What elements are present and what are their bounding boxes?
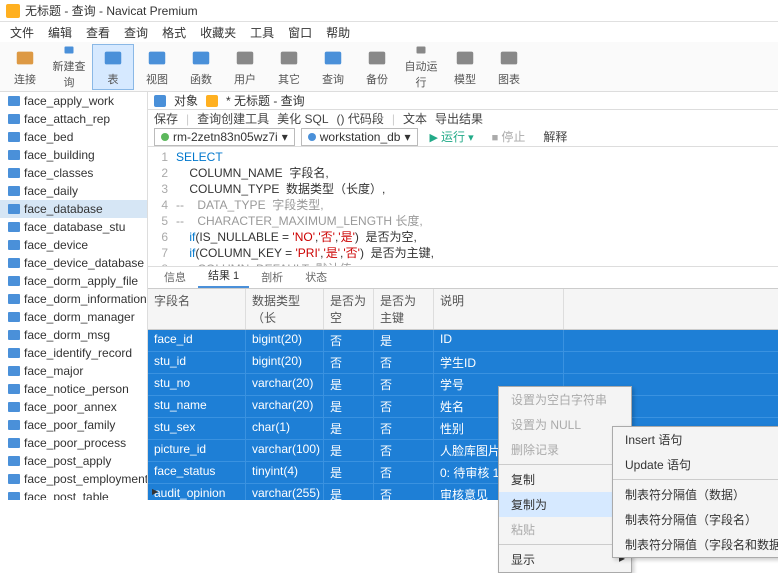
action-bar: 保存 | 查询创建工具 美化 SQL () 代码段 | 文本 导出结果 <box>148 110 778 127</box>
table-face_poor_process[interactable]: face_poor_process <box>0 434 147 452</box>
table-face_apply_work[interactable]: face_apply_work <box>0 92 147 110</box>
col-head[interactable]: 是否为空 <box>324 289 374 329</box>
chart-tool[interactable]: 图表 <box>488 44 530 90</box>
table-row[interactable]: stu_idbigint(20)否否学生ID <box>148 352 778 374</box>
table-face_post_table[interactable]: face_post_table <box>0 488 147 500</box>
function-tool[interactable]: 函数 <box>180 44 222 90</box>
table-icon <box>154 95 166 107</box>
menu-帮助[interactable]: 帮助 <box>326 24 350 41</box>
table-face_database[interactable]: face_database <box>0 200 147 218</box>
sidebar-tables: face_apply_workface_attach_repface_bedfa… <box>0 92 148 500</box>
explain-button[interactable]: 解释 <box>537 127 573 146</box>
table-face_dorm_information[interactable]: face_dorm_information <box>0 290 147 308</box>
col-head[interactable]: 说明 <box>434 289 564 329</box>
table-face_notice_person[interactable]: face_notice_person <box>0 380 147 398</box>
table-face_dorm_manager[interactable]: face_dorm_manager <box>0 308 147 326</box>
table-face_classes[interactable]: face_classes <box>0 164 147 182</box>
menu-工具[interactable]: 工具 <box>250 24 274 41</box>
menu-收藏夹[interactable]: 收藏夹 <box>200 24 236 41</box>
table-face_database_stu[interactable]: face_database_stu <box>0 218 147 236</box>
result-tabs: 信息 结果 1 剖析 状态 <box>148 267 778 289</box>
run-button[interactable]: ▶ 运行 ▾ <box>424 127 480 146</box>
context-submenu[interactable]: Insert 语句 Update 语句 制表符分隔值（数据） 制表符分隔值（字段… <box>612 426 778 558</box>
tab-profile[interactable]: 剖析 <box>251 266 293 288</box>
table-face_attach_rep[interactable]: face_attach_rep <box>0 110 147 128</box>
new-query-tool[interactable]: 新建查询 <box>48 44 90 90</box>
table-face_identify_record[interactable]: face_identify_record <box>0 344 147 362</box>
table-face_building[interactable]: face_building <box>0 146 147 164</box>
menu-编辑[interactable]: 编辑 <box>48 24 72 41</box>
sub-tab-both[interactable]: 制表符分隔值（字段名和数据） <box>613 532 778 557</box>
server-select[interactable]: rm-2zetn83n05wz7i▾ <box>154 128 295 146</box>
table-face_post_apply[interactable]: face_post_apply <box>0 452 147 470</box>
table-row[interactable]: stu_novarchar(20)是否学号 <box>148 374 778 396</box>
sub-insert[interactable]: Insert 语句 <box>613 427 778 452</box>
beautify-button[interactable]: 美化 SQL <box>277 110 328 127</box>
tab-query[interactable]: * 无标题 - 查询 <box>226 92 305 109</box>
sub-tab-data[interactable]: 制表符分隔值（数据） <box>613 482 778 507</box>
sub-update[interactable]: Update 语句 <box>613 452 778 477</box>
table-face_device_database[interactable]: face_device_database <box>0 254 147 272</box>
table-face_post_employment[interactable]: face_post_employment <box>0 470 147 488</box>
menu-查询[interactable]: 查询 <box>124 24 148 41</box>
toolbar: 连接新建查询表视图函数用户其它查询备份自动运行模型图表 <box>0 42 778 92</box>
builder-button[interactable]: 查询创建工具 <box>197 110 269 127</box>
tab-objects[interactable]: 对象 <box>174 92 198 109</box>
query-icon <box>206 95 218 107</box>
window-title: 无标题 - 查询 - Navicat Premium <box>25 2 198 19</box>
content-tabs: 对象 * 无标题 - 查询 <box>148 92 778 110</box>
table-face_daily[interactable]: face_daily <box>0 182 147 200</box>
table-face_dorm_msg[interactable]: face_dorm_msg <box>0 326 147 344</box>
view-tool[interactable]: 视图 <box>136 44 178 90</box>
table-row[interactable]: face_idbigint(20)否是ID <box>148 330 778 352</box>
connection-bar: rm-2zetn83n05wz7i▾ workstation_db▾ ▶ 运行 … <box>148 127 778 147</box>
ctx-blank: 设置为空白字符串 <box>499 387 631 412</box>
sql-editor[interactable]: 1SELECT2 COLUMN_NAME 字段名,3 COLUMN_TYPE 数… <box>148 147 778 267</box>
title-bar: 无标题 - 查询 - Navicat Premium <box>0 0 778 22</box>
col-head[interactable]: 数据类型（长 <box>246 289 324 329</box>
menu-窗口[interactable]: 窗口 <box>288 24 312 41</box>
tab-result[interactable]: 结果 1 <box>198 264 249 288</box>
tab-info[interactable]: 信息 <box>154 266 196 288</box>
tab-status[interactable]: 状态 <box>295 266 337 288</box>
col-head[interactable]: 字段名 <box>148 289 246 329</box>
menu-格式[interactable]: 格式 <box>162 24 186 41</box>
other-tool[interactable]: 其它 <box>268 44 310 90</box>
save-button[interactable]: 保存 <box>154 110 178 127</box>
stop-button: ■ 停止 <box>486 127 532 146</box>
table-row[interactable]: stu_namevarchar(20)是否姓名 <box>148 396 778 418</box>
db-select[interactable]: workstation_db▾ <box>301 128 418 146</box>
table-tool[interactable]: 表 <box>92 44 134 90</box>
menu-文件[interactable]: 文件 <box>10 24 34 41</box>
app-icon <box>6 4 20 18</box>
model-tool[interactable]: 模型 <box>444 44 486 90</box>
backup-tool[interactable]: 备份 <box>356 44 398 90</box>
menu-bar: 文件编辑查看查询格式收藏夹工具窗口帮助 <box>0 22 778 42</box>
col-head[interactable]: 是否为主键 <box>374 289 434 329</box>
table-face_bed[interactable]: face_bed <box>0 128 147 146</box>
table-face_poor_annex[interactable]: face_poor_annex <box>0 398 147 416</box>
sub-tab-field[interactable]: 制表符分隔值（字段名） <box>613 507 778 532</box>
autorun-tool[interactable]: 自动运行 <box>400 44 442 90</box>
table-face_dorm_apply_file[interactable]: face_dorm_apply_file <box>0 272 147 290</box>
export-button[interactable]: 导出结果 <box>435 110 483 127</box>
text-button[interactable]: 文本 <box>403 110 427 127</box>
user-tool[interactable]: 用户 <box>224 44 266 90</box>
menu-查看[interactable]: 查看 <box>86 24 110 41</box>
table-face_major[interactable]: face_major <box>0 362 147 380</box>
table-face_device[interactable]: face_device <box>0 236 147 254</box>
connect-tool[interactable]: 连接 <box>4 44 46 90</box>
query-tool[interactable]: 查询 <box>312 44 354 90</box>
table-face_poor_family[interactable]: face_poor_family <box>0 416 147 434</box>
snippet-button[interactable]: () 代码段 <box>337 110 384 127</box>
